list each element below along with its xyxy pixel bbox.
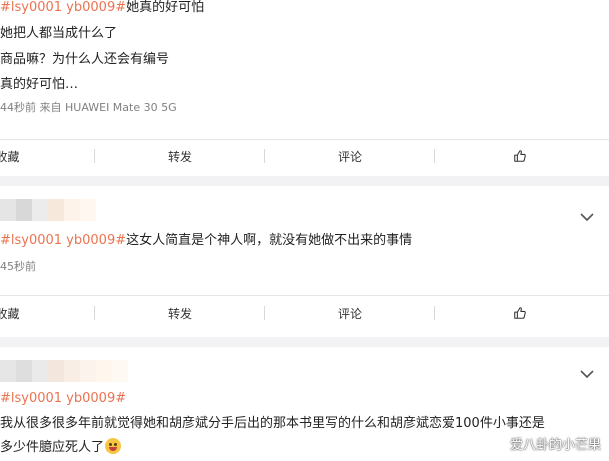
- comment-label: 评论: [337, 306, 362, 321]
- forward-label: 转发: [167, 306, 192, 321]
- chevron-down-icon[interactable]: [580, 369, 594, 379]
- favorite-label: 收藏: [0, 306, 20, 321]
- comment-button[interactable]: 评论: [320, 141, 380, 171]
- action-separator: [434, 306, 435, 320]
- repost-body-line-2-text: 多少件臆应死人了: [0, 440, 105, 455]
- action-separator: [94, 306, 95, 320]
- action-separator: [434, 149, 435, 163]
- repost-meta: 45秒前: [0, 260, 36, 273]
- action-separator: [264, 306, 265, 320]
- forward-button[interactable]: 转发: [150, 141, 210, 171]
- repost-action-divider: [0, 295, 609, 296]
- watermark: 爱八卦的小芒果: [509, 438, 601, 453]
- post-card: #lsy0001 yb0009#她真的好可怕 她把人都当成什么了 商品嘛？为什么…: [0, 0, 609, 176]
- like-button[interactable]: [505, 298, 535, 328]
- post-line-1: 她把人都当成什么了: [0, 26, 118, 41]
- post-title-text: 她真的好可怕: [126, 0, 205, 15]
- action-separator: [264, 149, 265, 163]
- favorite-button[interactable]: 收藏: [0, 141, 35, 171]
- repost-hashtag-link[interactable]: #lsy0001 yb0009#: [0, 389, 126, 409]
- repost-card: #lsy0001 yb0009#这女人简直是个神人啊，就没有她做不出来的事情 4…: [0, 186, 609, 337]
- avatar[interactable]: [0, 199, 96, 221]
- comment-button[interactable]: 评论: [320, 298, 380, 328]
- chevron-down-icon[interactable]: [580, 212, 594, 222]
- like-button[interactable]: [505, 141, 535, 171]
- repost-body-line-2: 多少件臆应死人了: [0, 438, 122, 458]
- laughing-crying-emoji-icon: [105, 438, 122, 454]
- repost-hashtag-link[interactable]: #lsy0001 yb0009#: [0, 233, 126, 248]
- avatar[interactable]: [0, 360, 128, 382]
- post-line-2: 商品嘛？为什么人还会有编号: [0, 52, 170, 67]
- post-line-3: 真的好可怕…: [0, 77, 79, 92]
- post-hashtag-link[interactable]: #lsy0001 yb0009#: [0, 0, 126, 15]
- repost-text: #lsy0001 yb0009#这女人简直是个神人啊，就没有她做不出来的事情: [0, 231, 412, 251]
- post-title: #lsy0001 yb0009#她真的好可怕: [0, 0, 204, 18]
- favorite-button[interactable]: 收藏: [0, 298, 35, 328]
- comment-label: 评论: [337, 149, 362, 164]
- thumbs-up-icon: [514, 150, 526, 162]
- action-separator: [94, 149, 95, 163]
- post-meta: 44秒前 来自 HUAWEI Mate 30 5G: [0, 101, 177, 114]
- repost-body: 这女人简直是个神人啊，就没有她做不出来的事情: [126, 233, 413, 248]
- favorite-label: 收藏: [0, 149, 20, 164]
- repost-body-line-1: 我从很多很多年前就觉得她和胡彦斌分手后出的那本书里写的什么和胡彦斌恋爱100件小…: [0, 416, 545, 431]
- forward-button[interactable]: 转发: [150, 298, 210, 328]
- thumbs-up-icon: [514, 307, 526, 319]
- post-action-divider: [0, 139, 609, 140]
- forward-label: 转发: [167, 149, 192, 164]
